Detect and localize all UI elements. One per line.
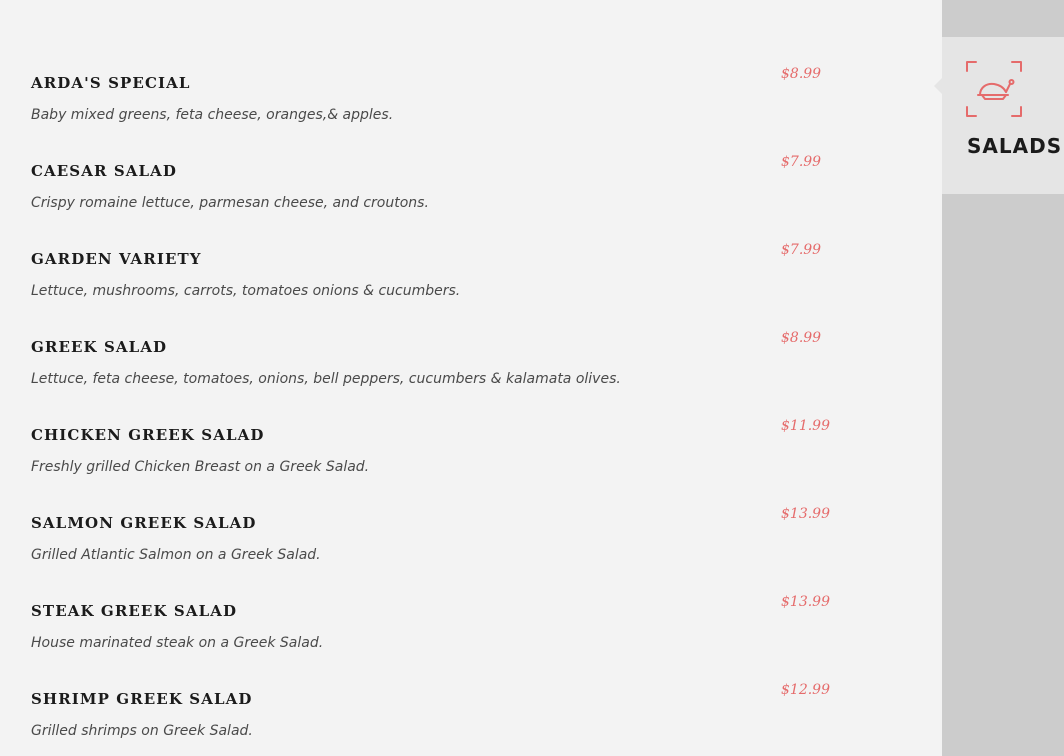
menu-item: GARDEN VARIETY Lettuce, mushrooms, carro… <box>31 242 851 338</box>
active-tab-pointer <box>934 78 942 94</box>
menu-item-name: GARDEN VARIETY <box>31 250 202 268</box>
menu-item-price: $11.99 <box>781 418 830 434</box>
menu-item-name: SALMON GREEK SALAD <box>31 514 257 532</box>
menu-item: SALMON GREEK SALAD Grilled Atlantic Salm… <box>31 506 851 602</box>
menu-panel: ARDA'S SPECIAL Baby mixed greens, feta c… <box>0 0 942 756</box>
menu-item-price: $13.99 <box>781 594 830 610</box>
category-tab-label: SALADS <box>967 134 1063 158</box>
menu-item-name: SHRIMP GREEK SALAD <box>31 690 253 708</box>
menu-item-price: $7.99 <box>781 154 822 170</box>
menu-item-name: STEAK GREEK SALAD <box>31 602 238 620</box>
menu-item-description: Freshly grilled Chicken Breast on a Gree… <box>31 459 370 475</box>
menu-item-description: Lettuce, feta cheese, tomatoes, onions, … <box>31 371 621 387</box>
menu-item-description: Crispy romaine lettuce, parmesan cheese,… <box>31 195 429 211</box>
category-sidebar: SALADS <box>934 0 1064 756</box>
menu-item: ARDA'S SPECIAL Baby mixed greens, feta c… <box>31 66 851 162</box>
menu-item-description: Baby mixed greens, feta cheese, oranges,… <box>31 107 394 123</box>
menu-item-description: Grilled shrimps on Greek Salad. <box>31 723 253 739</box>
menu-item-price: $8.99 <box>781 330 822 346</box>
menu-item: STEAK GREEK SALAD House marinated steak … <box>31 594 851 690</box>
menu-item: GREEK SALAD Lettuce, feta cheese, tomato… <box>31 330 851 426</box>
menu-item-name: CAESAR SALAD <box>31 162 178 180</box>
menu-item: SHRIMP GREEK SALAD Grilled shrimps on Gr… <box>31 682 851 756</box>
menu-item: CAESAR SALAD Crispy romaine lettuce, par… <box>31 154 851 250</box>
menu-item-price: $8.99 <box>781 66 822 82</box>
menu-item: CHICKEN GREEK SALAD Freshly grilled Chic… <box>31 418 851 514</box>
menu-item-name: CHICKEN GREEK SALAD <box>31 426 265 444</box>
menu-item-name: GREEK SALAD <box>31 338 168 356</box>
menu-item-description: Grilled Atlantic Salmon on a Greek Salad… <box>31 547 321 563</box>
menu-item-description: Lettuce, mushrooms, carrots, tomatoes on… <box>31 283 461 299</box>
category-tab-salads[interactable]: SALADS <box>934 37 1064 194</box>
menu-item-price: $12.99 <box>781 682 830 698</box>
menu-item-description: House marinated steak on a Greek Salad. <box>31 635 324 651</box>
roast-chicken-icon <box>966 61 1022 117</box>
menu-item-name: ARDA'S SPECIAL <box>31 74 191 92</box>
menu-item-price: $13.99 <box>781 506 830 522</box>
menu-item-price: $7.99 <box>781 242 822 258</box>
